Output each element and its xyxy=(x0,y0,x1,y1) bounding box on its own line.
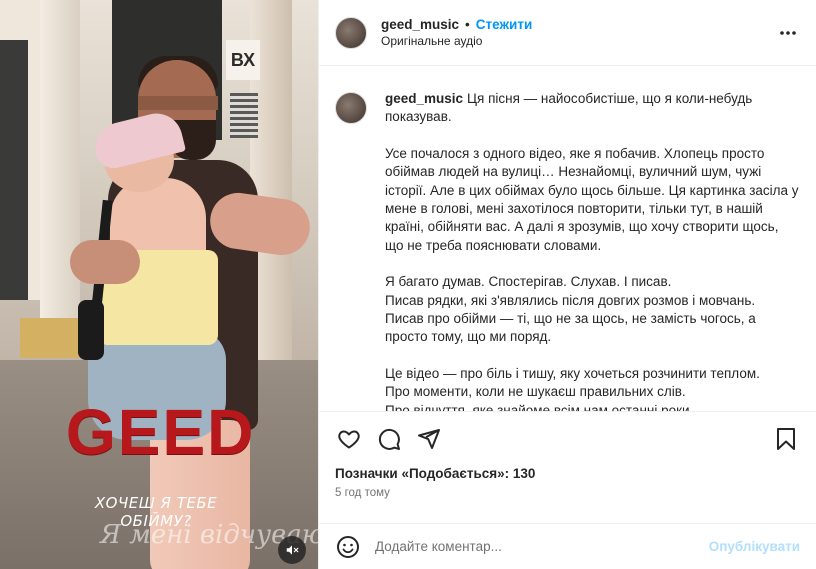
caption-line: Усе почалося з одного відео, яке я побач… xyxy=(385,145,799,253)
share-button[interactable] xyxy=(415,425,443,453)
comment-button[interactable] xyxy=(375,425,403,453)
more-options-button[interactable] xyxy=(776,21,800,45)
add-comment-bar: Опублікувати xyxy=(319,523,816,569)
post-actions: Позначки «Подобається»: 130 5 год тому xyxy=(319,411,816,523)
comment-input[interactable] xyxy=(375,539,709,554)
caption-line: Я багато думав. Спостерігав. Слухав. І п… xyxy=(385,274,672,290)
caption-paragraph-3: Я багато думав. Спостерігав. Слухав. І п… xyxy=(385,273,800,347)
speaker-muted-icon xyxy=(286,545,299,555)
like-button[interactable] xyxy=(335,425,363,453)
emoji-icon xyxy=(337,535,359,558)
follow-button[interactable]: Стежити xyxy=(476,17,532,32)
video-title-overlay: GEED xyxy=(66,396,256,468)
entrance-sign: ВХ xyxy=(226,40,260,80)
caption-line: Це відео — про біль і тишу, яку хочеться… xyxy=(385,365,760,381)
post-timestamp[interactable]: 5 год тому xyxy=(335,487,800,499)
post-media[interactable]: ВХ GEED ХОЧЕШ Я ТЕБЕ ОБІЙМУ? Я мені відч… xyxy=(0,0,318,569)
separator-dot: • xyxy=(465,17,470,32)
caption-text: geed_music Ця пісня — найособистіше, що я… xyxy=(385,90,800,411)
author-avatar[interactable] xyxy=(335,16,367,49)
caption-username[interactable]: geed_music xyxy=(385,91,463,106)
comments-area[interactable]: geed_music Ця пісня — найособистіше, що я… xyxy=(319,66,816,411)
heart-icon xyxy=(338,430,360,449)
author-username[interactable]: geed_music xyxy=(381,17,459,32)
instagram-post: ВХ GEED ХОЧЕШ Я ТЕБЕ ОБІЙМУ? Я мені відч… xyxy=(0,0,816,569)
post-side-panel: geed_music • Стежити Оригінальне аудіо g… xyxy=(318,0,816,569)
publish-comment-button[interactable]: Опублікувати xyxy=(709,539,800,554)
caption-line: Писав про обійми — ті, що не за щось, не… xyxy=(385,311,756,345)
caption-paragraph-1: geed_music Ця пісня — найособистіше, що я… xyxy=(385,90,800,127)
handwritten-overlay: Я мені відчуваю xyxy=(100,520,318,550)
audio-link[interactable]: Оригінальне аудіо xyxy=(381,34,776,48)
caption-line: Про моменти, коли не шукаєш правильних с… xyxy=(385,384,686,400)
caption-author-avatar[interactable] xyxy=(335,92,367,124)
emoji-button[interactable] xyxy=(335,534,361,560)
post-caption: geed_music Ця пісня — найособистіше, що я… xyxy=(335,90,800,411)
caption-line: Про відчуття, яке знайоме всім нам остан… xyxy=(385,402,694,411)
save-button[interactable] xyxy=(772,425,800,453)
caption-paragraph-2: Усе почалося з одного відео, яке я побач… xyxy=(385,145,800,255)
post-header: geed_music • Стежити Оригінальне аудіо xyxy=(319,0,816,66)
share-icon xyxy=(418,429,440,449)
photo-scene: ВХ xyxy=(0,0,318,569)
mute-button[interactable] xyxy=(278,536,306,564)
caption-paragraph-4: Це відео — про біль і тишу, яку хочеться… xyxy=(385,365,800,411)
comment-icon xyxy=(378,428,400,450)
more-horizontal-icon xyxy=(780,30,796,35)
bookmark-icon xyxy=(777,428,795,450)
caption-line: Писав рядки, які з'являлись після довгих… xyxy=(385,292,756,308)
likes-count[interactable]: Позначки «Подобається»: 130 xyxy=(335,466,800,481)
